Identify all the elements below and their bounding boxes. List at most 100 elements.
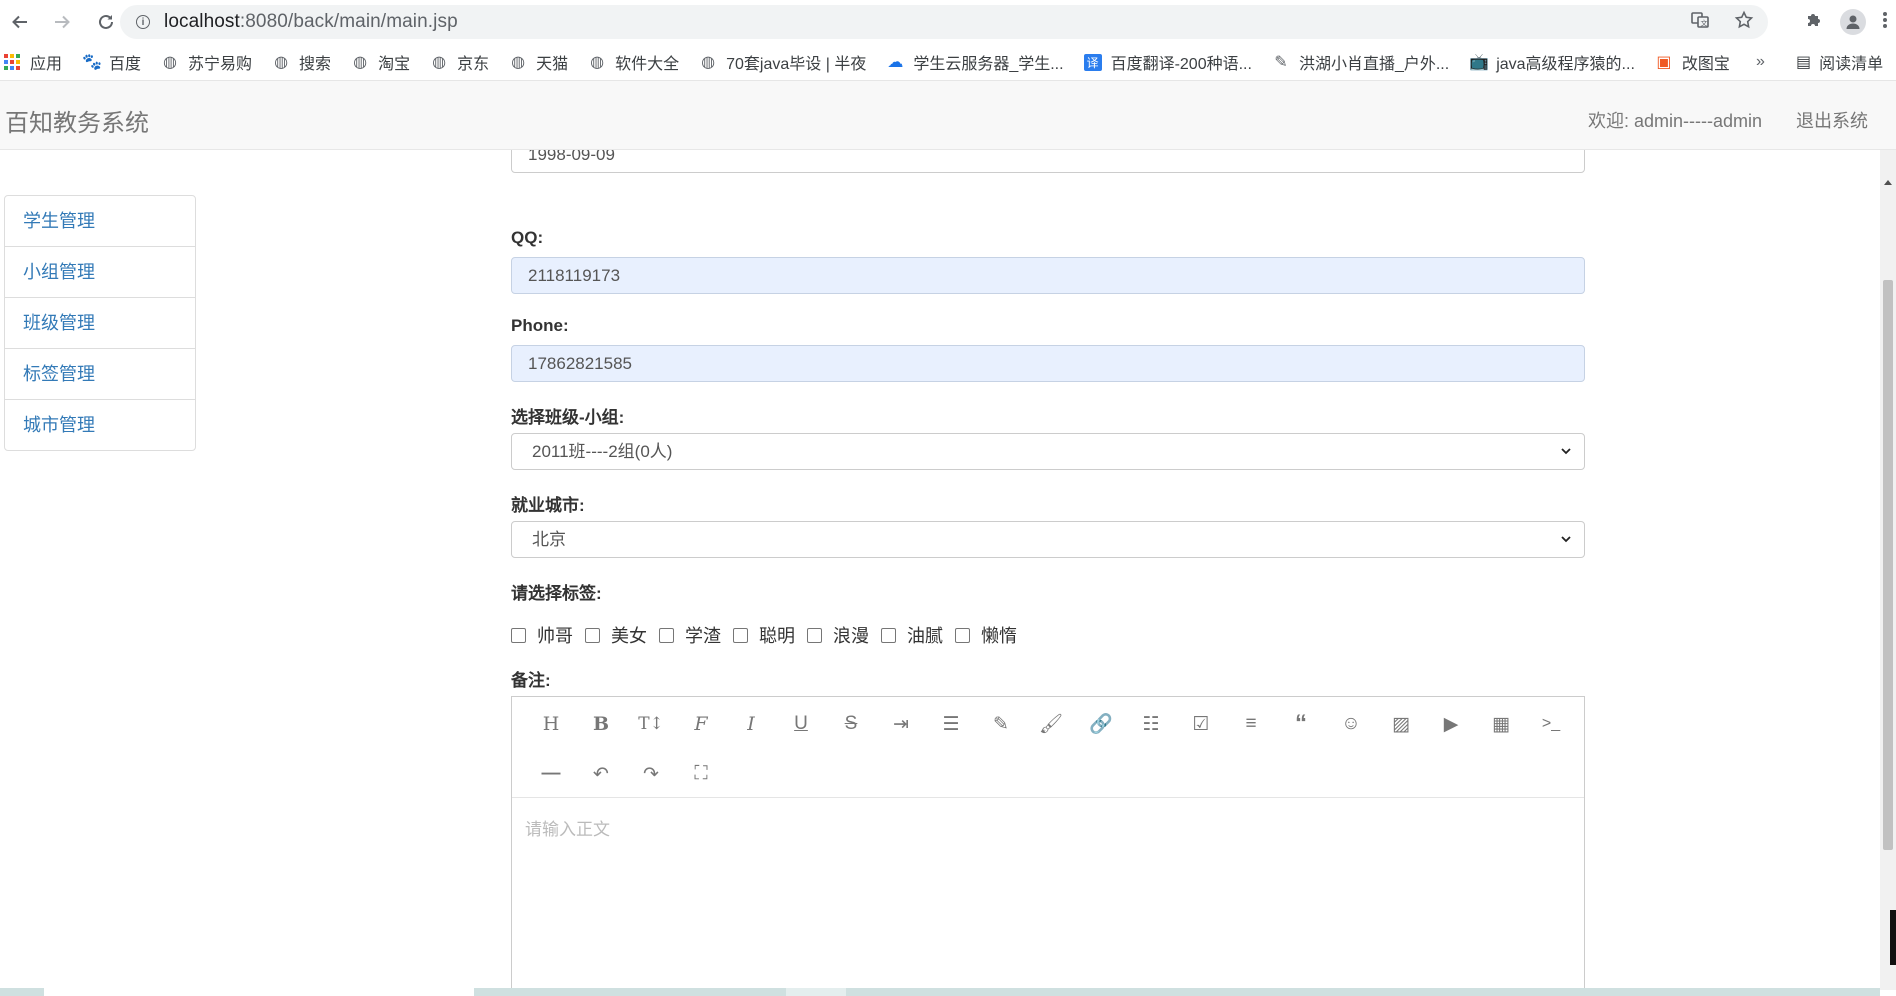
scrollbar-thumb[interactable] bbox=[1883, 280, 1893, 850]
tag-checkbox[interactable] bbox=[807, 627, 822, 643]
app-brand[interactable]: 百知教务系统 bbox=[5, 103, 149, 138]
tag-checkbox[interactable] bbox=[585, 627, 600, 643]
bookmark-item[interactable]: ◍ 70套java毕设 | 半夜 bbox=[699, 50, 866, 74]
bookmark-item[interactable]: 📺 java高级程序猿的... bbox=[1469, 50, 1635, 74]
line-height-icon[interactable]: ☰ bbox=[926, 709, 976, 739]
qq-input[interactable]: 2118119173 bbox=[511, 257, 1585, 294]
bookmark-label: java高级程序猿的... bbox=[1496, 56, 1635, 73]
bookmark-item[interactable]: ✎ 洪湖小肖直播_户外... bbox=[1272, 50, 1449, 74]
strikethrough-icon[interactable]: S bbox=[826, 709, 876, 739]
tag-option[interactable]: 浪漫 bbox=[807, 622, 869, 648]
font-size-icon[interactable]: T↕ bbox=[626, 709, 676, 739]
back-button[interactable] bbox=[6, 8, 34, 36]
sidebar-item-classes[interactable]: 班级管理 bbox=[5, 297, 195, 348]
sidebar-menu: 学生管理 小组管理 班级管理 标签管理 城市管理 bbox=[4, 195, 196, 451]
bookmark-item[interactable]: ▣ 改图宝 bbox=[1655, 50, 1730, 74]
emoji-icon[interactable]: ☺ bbox=[1326, 709, 1376, 739]
translate-page-icon[interactable]: 文 bbox=[1690, 10, 1710, 35]
tags-label: 请选择标签: bbox=[511, 584, 602, 603]
group-select-label: 选择班级-小组: bbox=[511, 408, 625, 427]
editor-placeholder[interactable]: 请输入正文 bbox=[525, 815, 610, 840]
italic-icon[interactable]: I bbox=[726, 709, 776, 739]
bookmark-item[interactable]: ◍ 京东 bbox=[430, 50, 489, 74]
bookmark-item[interactable]: ☁ 学生云服务器_学生... bbox=[886, 50, 1063, 74]
city-select[interactable]: 北京 bbox=[511, 521, 1585, 558]
birthday-input[interactable]: 1998-09-09 bbox=[511, 150, 1585, 173]
forward-button[interactable] bbox=[48, 8, 76, 36]
logout-link[interactable]: 退出系统 bbox=[1796, 107, 1868, 133]
bold-icon[interactable]: B bbox=[576, 709, 626, 739]
bookmark-apps[interactable]: 应用 bbox=[4, 50, 62, 74]
sidebar-item-students[interactable]: 学生管理 bbox=[5, 196, 195, 246]
tag-checkbox[interactable] bbox=[881, 627, 896, 643]
globe-icon: ◍ bbox=[432, 54, 447, 71]
code-icon[interactable]: >_ bbox=[1526, 709, 1576, 739]
bookmark-item[interactable]: ◍ 软件大全 bbox=[588, 50, 679, 74]
underline-icon[interactable]: U bbox=[776, 709, 826, 739]
tag-option[interactable]: 油腻 bbox=[881, 622, 943, 648]
tag-checkbox[interactable] bbox=[659, 627, 674, 643]
brush-icon[interactable]: 🖌 bbox=[1026, 709, 1076, 739]
phone-input[interactable]: 17862821585 bbox=[511, 345, 1585, 382]
tag-option[interactable]: 美女 bbox=[585, 622, 647, 648]
group-select-value: 2011班----2组(0人) bbox=[532, 442, 673, 461]
bookmark-star-icon[interactable] bbox=[1734, 10, 1754, 35]
image-icon[interactable]: ▨ bbox=[1376, 709, 1426, 739]
site-info-icon[interactable]: i bbox=[136, 15, 150, 29]
url-text[interactable]: localhost:8080/back/main/main.jsp bbox=[164, 11, 458, 33]
bookmark-item[interactable]: 🐾 百度 bbox=[82, 50, 141, 74]
indent-icon[interactable]: ⇥ bbox=[876, 709, 926, 739]
divider-icon[interactable]: — bbox=[526, 759, 576, 789]
browser-menu-icon[interactable] bbox=[1882, 10, 1888, 35]
fullscreen-icon[interactable]: ⛶ bbox=[676, 759, 726, 789]
tag-option[interactable]: 学渣 bbox=[659, 622, 721, 648]
tag-checkbox[interactable] bbox=[955, 627, 970, 643]
reading-list-icon: ▤ bbox=[1796, 54, 1812, 71]
back-arrow-icon bbox=[12, 15, 27, 29]
address-bar[interactable]: i localhost:8080/back/main/main.jsp 文 bbox=[120, 5, 1768, 39]
bookmark-label: 百度翻译-200种语... bbox=[1110, 56, 1252, 73]
undo-icon[interactable]: ↶ bbox=[576, 759, 626, 789]
font-family-icon[interactable]: F bbox=[676, 709, 726, 739]
page-vertical-scrollbar[interactable] bbox=[1880, 150, 1896, 990]
tag-option[interactable]: 帅哥 bbox=[511, 622, 573, 648]
heading-icon[interactable]: H bbox=[526, 709, 576, 739]
tag-option[interactable]: 聪明 bbox=[733, 622, 795, 648]
todo-checkbox-icon[interactable]: ☑ bbox=[1176, 709, 1226, 739]
link-icon[interactable]: 🔗 bbox=[1076, 709, 1126, 739]
bookmark-item[interactable]: ◍ 苏宁易购 bbox=[161, 50, 252, 74]
bookmarks-more-button[interactable]: » bbox=[1756, 44, 1765, 80]
bookmarks-bar: 应用 🐾 百度 ◍ 苏宁易购 ◍ 搜索 ◍ 淘宝 ◍ 京东 ◍ 天猫 ◍ 软件大… bbox=[0, 44, 1896, 81]
tag-checkbox[interactable] bbox=[511, 627, 526, 643]
sidebar-item-groups[interactable]: 小组管理 bbox=[5, 246, 195, 297]
sidebar-item-tags[interactable]: 标签管理 bbox=[5, 348, 195, 399]
sidebar-item-cities[interactable]: 城市管理 bbox=[5, 399, 195, 450]
video-icon[interactable]: ▶ bbox=[1426, 709, 1476, 739]
reading-list-button[interactable]: ▤ 阅读清单 bbox=[1796, 44, 1883, 80]
group-select[interactable]: 2011班----2组(0人) bbox=[511, 433, 1585, 470]
extensions-icon[interactable] bbox=[1804, 10, 1824, 35]
app-navbar: 百知教务系统 欢迎: admin-----admin 退出系统 bbox=[0, 81, 1896, 150]
bullet-list-icon[interactable]: ☷ bbox=[1126, 709, 1176, 739]
chevron-down-icon bbox=[1560, 522, 1572, 570]
apps-grid-icon bbox=[4, 54, 20, 70]
bookmark-item[interactable]: ◍ 搜索 bbox=[272, 50, 331, 74]
table-icon[interactable]: ▦ bbox=[1476, 709, 1526, 739]
quote-icon[interactable]: “ bbox=[1276, 709, 1326, 739]
cloud-icon: ☁ bbox=[887, 54, 904, 71]
bookmark-item[interactable]: ◍ 淘宝 bbox=[351, 50, 410, 74]
profile-avatar-icon[interactable] bbox=[1840, 9, 1866, 35]
reload-button[interactable] bbox=[92, 8, 120, 36]
taskbar-segment bbox=[786, 988, 846, 996]
tag-checkbox[interactable] bbox=[733, 627, 748, 643]
align-icon[interactable]: ≡ bbox=[1226, 709, 1276, 739]
pencil-icon[interactable]: ✎ bbox=[976, 709, 1026, 739]
notes-label: 备注: bbox=[511, 671, 551, 690]
redo-icon[interactable]: ↷ bbox=[626, 759, 676, 789]
bookmark-item[interactable]: 译 百度翻译-200种语... bbox=[1083, 50, 1252, 74]
tag-option[interactable]: 懒惰 bbox=[955, 622, 1017, 648]
city-select-value: 北京 bbox=[532, 530, 566, 549]
bookmark-item[interactable]: ◍ 天猫 bbox=[509, 50, 568, 74]
tag-option-label: 懒惰 bbox=[981, 626, 1017, 646]
scroll-up-icon[interactable] bbox=[1884, 180, 1892, 185]
